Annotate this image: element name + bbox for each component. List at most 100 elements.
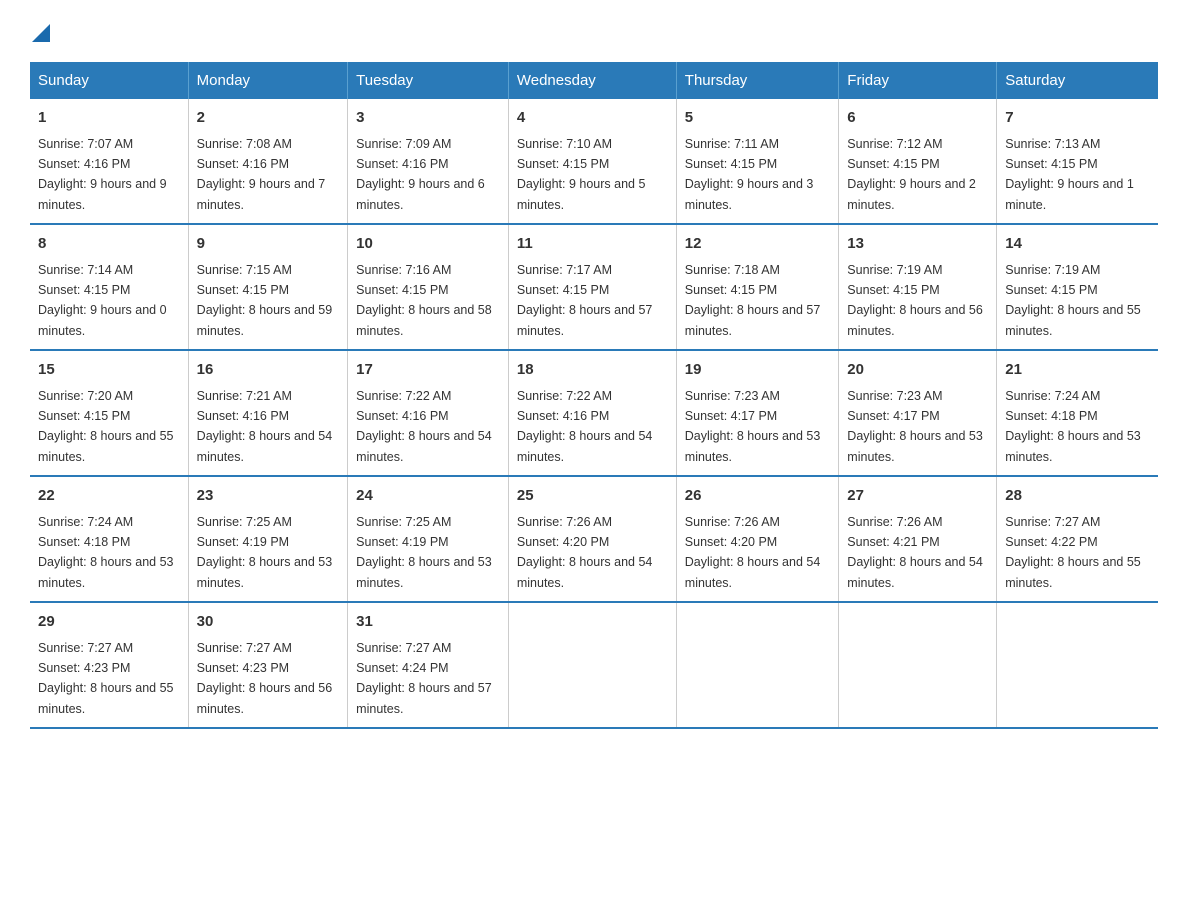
day-info: Sunrise: 7:25 AMSunset: 4:19 PMDaylight:… xyxy=(197,515,333,590)
day-number: 30 xyxy=(197,611,340,634)
day-cell: 24 Sunrise: 7:25 AMSunset: 4:19 PMDayligh… xyxy=(348,476,509,602)
day-info: Sunrise: 7:07 AMSunset: 4:16 PMDaylight:… xyxy=(38,137,167,212)
day-cell: 27 Sunrise: 7:26 AMSunset: 4:21 PMDayligh… xyxy=(839,476,997,602)
day-number: 10 xyxy=(356,233,500,256)
day-number: 27 xyxy=(847,485,988,508)
day-number: 12 xyxy=(685,233,831,256)
logo xyxy=(30,20,50,42)
day-cell: 29 Sunrise: 7:27 AMSunset: 4:23 PMDayligh… xyxy=(30,602,188,728)
day-info: Sunrise: 7:21 AMSunset: 4:16 PMDaylight:… xyxy=(197,389,333,464)
day-cell: 16 Sunrise: 7:21 AMSunset: 4:16 PMDayligh… xyxy=(188,350,348,476)
header-friday: Friday xyxy=(839,62,997,99)
day-cell: 22 Sunrise: 7:24 AMSunset: 4:18 PMDayligh… xyxy=(30,476,188,602)
week-row-4: 22 Sunrise: 7:24 AMSunset: 4:18 PMDayligh… xyxy=(30,476,1158,602)
day-info: Sunrise: 7:24 AMSunset: 4:18 PMDaylight:… xyxy=(1005,389,1141,464)
day-number: 23 xyxy=(197,485,340,508)
day-info: Sunrise: 7:12 AMSunset: 4:15 PMDaylight:… xyxy=(847,137,976,212)
day-info: Sunrise: 7:27 AMSunset: 4:24 PMDaylight:… xyxy=(356,641,492,716)
day-info: Sunrise: 7:26 AMSunset: 4:20 PMDaylight:… xyxy=(517,515,653,590)
day-info: Sunrise: 7:20 AMSunset: 4:15 PMDaylight:… xyxy=(38,389,174,464)
day-info: Sunrise: 7:19 AMSunset: 4:15 PMDaylight:… xyxy=(847,263,983,338)
day-number: 7 xyxy=(1005,107,1150,130)
day-number: 14 xyxy=(1005,233,1150,256)
day-cell: 12 Sunrise: 7:18 AMSunset: 4:15 PMDayligh… xyxy=(676,224,839,350)
day-info: Sunrise: 7:15 AMSunset: 4:15 PMDaylight:… xyxy=(197,263,333,338)
header-tuesday: Tuesday xyxy=(348,62,509,99)
day-number: 17 xyxy=(356,359,500,382)
day-number: 18 xyxy=(517,359,668,382)
day-info: Sunrise: 7:25 AMSunset: 4:19 PMDaylight:… xyxy=(356,515,492,590)
day-cell: 6 Sunrise: 7:12 AMSunset: 4:15 PMDaylight… xyxy=(839,99,997,224)
day-info: Sunrise: 7:14 AMSunset: 4:15 PMDaylight:… xyxy=(38,263,167,338)
header-monday: Monday xyxy=(188,62,348,99)
header-sunday: Sunday xyxy=(30,62,188,99)
day-cell: 23 Sunrise: 7:25 AMSunset: 4:19 PMDayligh… xyxy=(188,476,348,602)
day-number: 21 xyxy=(1005,359,1150,382)
day-info: Sunrise: 7:17 AMSunset: 4:15 PMDaylight:… xyxy=(517,263,653,338)
day-cell: 14Sunrise: 7:19 AMSunset: 4:15 PMDayligh… xyxy=(997,224,1158,350)
day-cell: 13Sunrise: 7:19 AMSunset: 4:15 PMDayligh… xyxy=(839,224,997,350)
day-number: 9 xyxy=(197,233,340,256)
day-info: Sunrise: 7:22 AMSunset: 4:16 PMDaylight:… xyxy=(356,389,492,464)
day-cell xyxy=(839,602,997,728)
day-info: Sunrise: 7:18 AMSunset: 4:15 PMDaylight:… xyxy=(685,263,821,338)
day-cell: 19 Sunrise: 7:23 AMSunset: 4:17 PMDayligh… xyxy=(676,350,839,476)
day-cell: 10Sunrise: 7:16 AMSunset: 4:15 PMDayligh… xyxy=(348,224,509,350)
header-wednesday: Wednesday xyxy=(508,62,676,99)
week-row-1: 1Sunrise: 7:07 AMSunset: 4:16 PMDaylight… xyxy=(30,99,1158,224)
day-info: Sunrise: 7:23 AMSunset: 4:17 PMDaylight:… xyxy=(685,389,821,464)
day-number: 26 xyxy=(685,485,831,508)
week-row-2: 8Sunrise: 7:14 AMSunset: 4:15 PMDaylight… xyxy=(30,224,1158,350)
day-cell xyxy=(997,602,1158,728)
week-row-5: 29 Sunrise: 7:27 AMSunset: 4:23 PMDayligh… xyxy=(30,602,1158,728)
week-row-3: 15 Sunrise: 7:20 AMSunset: 4:15 PMDayligh… xyxy=(30,350,1158,476)
day-cell: 5 Sunrise: 7:11 AMSunset: 4:15 PMDaylight… xyxy=(676,99,839,224)
day-number: 19 xyxy=(685,359,831,382)
day-number: 29 xyxy=(38,611,180,634)
day-cell: 28 Sunrise: 7:27 AMSunset: 4:22 PMDayligh… xyxy=(997,476,1158,602)
day-number: 25 xyxy=(517,485,668,508)
day-info: Sunrise: 7:26 AMSunset: 4:21 PMDaylight:… xyxy=(847,515,983,590)
day-cell: 3 Sunrise: 7:09 AMSunset: 4:16 PMDaylight… xyxy=(348,99,509,224)
header-saturday: Saturday xyxy=(997,62,1158,99)
calendar-header-row: SundayMondayTuesdayWednesdayThursdayFrid… xyxy=(30,62,1158,99)
day-info: Sunrise: 7:13 AMSunset: 4:15 PMDaylight:… xyxy=(1005,137,1134,212)
day-cell: 15 Sunrise: 7:20 AMSunset: 4:15 PMDayligh… xyxy=(30,350,188,476)
day-number: 16 xyxy=(197,359,340,382)
day-cell: 8Sunrise: 7:14 AMSunset: 4:15 PMDaylight… xyxy=(30,224,188,350)
day-cell xyxy=(676,602,839,728)
day-cell: 2 Sunrise: 7:08 AMSunset: 4:16 PMDaylight… xyxy=(188,99,348,224)
day-cell: 25 Sunrise: 7:26 AMSunset: 4:20 PMDayligh… xyxy=(508,476,676,602)
day-info: Sunrise: 7:09 AMSunset: 4:16 PMDaylight:… xyxy=(356,137,485,212)
day-cell: 31 Sunrise: 7:27 AMSunset: 4:24 PMDayligh… xyxy=(348,602,509,728)
day-info: Sunrise: 7:22 AMSunset: 4:16 PMDaylight:… xyxy=(517,389,653,464)
day-cell: 4 Sunrise: 7:10 AMSunset: 4:15 PMDaylight… xyxy=(508,99,676,224)
day-cell: 17 Sunrise: 7:22 AMSunset: 4:16 PMDayligh… xyxy=(348,350,509,476)
day-cell: 1Sunrise: 7:07 AMSunset: 4:16 PMDaylight… xyxy=(30,99,188,224)
page-header xyxy=(30,20,1158,42)
day-number: 3 xyxy=(356,107,500,130)
day-number: 5 xyxy=(685,107,831,130)
day-number: 28 xyxy=(1005,485,1150,508)
day-info: Sunrise: 7:08 AMSunset: 4:16 PMDaylight:… xyxy=(197,137,326,212)
day-number: 6 xyxy=(847,107,988,130)
day-number: 31 xyxy=(356,611,500,634)
day-number: 4 xyxy=(517,107,668,130)
day-info: Sunrise: 7:23 AMSunset: 4:17 PMDaylight:… xyxy=(847,389,983,464)
day-cell: 11Sunrise: 7:17 AMSunset: 4:15 PMDayligh… xyxy=(508,224,676,350)
day-info: Sunrise: 7:27 AMSunset: 4:23 PMDaylight:… xyxy=(197,641,333,716)
day-number: 15 xyxy=(38,359,180,382)
day-info: Sunrise: 7:26 AMSunset: 4:20 PMDaylight:… xyxy=(685,515,821,590)
day-number: 24 xyxy=(356,485,500,508)
logo-triangle-icon xyxy=(32,20,50,42)
header-thursday: Thursday xyxy=(676,62,839,99)
day-info: Sunrise: 7:27 AMSunset: 4:22 PMDaylight:… xyxy=(1005,515,1141,590)
day-info: Sunrise: 7:24 AMSunset: 4:18 PMDaylight:… xyxy=(38,515,174,590)
calendar-table: SundayMondayTuesdayWednesdayThursdayFrid… xyxy=(30,62,1158,729)
day-number: 22 xyxy=(38,485,180,508)
day-number: 2 xyxy=(197,107,340,130)
day-info: Sunrise: 7:27 AMSunset: 4:23 PMDaylight:… xyxy=(38,641,174,716)
day-info: Sunrise: 7:11 AMSunset: 4:15 PMDaylight:… xyxy=(685,137,814,212)
day-cell xyxy=(508,602,676,728)
day-info: Sunrise: 7:10 AMSunset: 4:15 PMDaylight:… xyxy=(517,137,646,212)
